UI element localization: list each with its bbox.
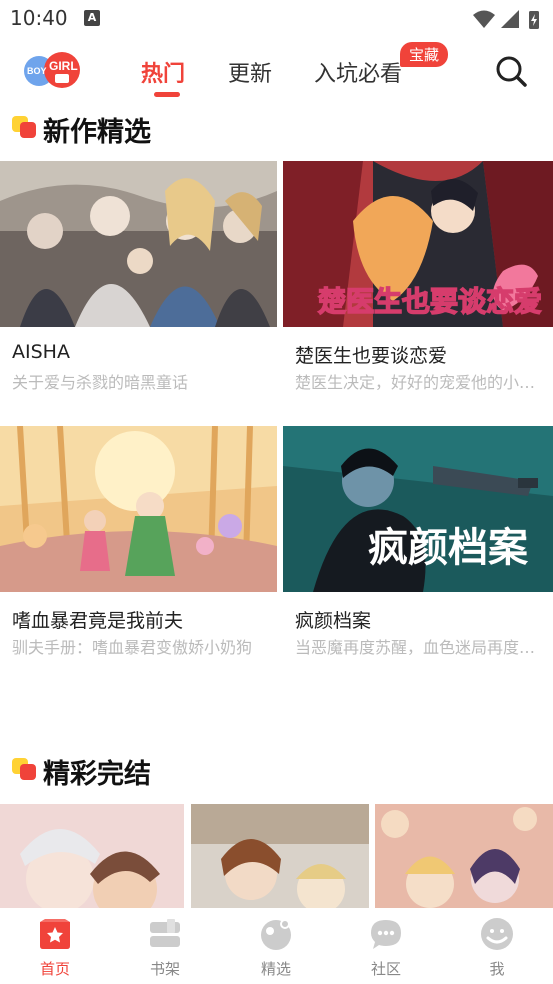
nav-community-label: 社区 — [370, 960, 401, 978]
tab-updates[interactable]: 更新 — [228, 56, 272, 88]
comic-card-completed-2[interactable] — [191, 804, 369, 910]
nav-community[interactable]: 社区 — [331, 908, 441, 984]
comic-cover: 楚医生也要谈恋爱 — [283, 161, 553, 327]
comic-card-completed-1[interactable] — [0, 804, 184, 910]
comic-cover — [0, 161, 277, 327]
nav-home-label: 首页 — [39, 960, 70, 978]
nav-featured-label: 精选 — [260, 960, 291, 978]
status-time: 10:40 — [10, 6, 68, 30]
active-tab-indicator — [154, 92, 180, 97]
top-bar: BOY GIRL 热门 更新 入坑必看 宝藏 — [0, 40, 553, 102]
community-chat-icon — [371, 920, 401, 949]
logo-boy-text: BOY — [27, 66, 47, 76]
bookshelf-icon — [150, 919, 180, 947]
nav-featured[interactable]: 精选 — [221, 908, 331, 984]
notification-badge: A — [84, 10, 100, 26]
home-star-icon — [40, 919, 70, 949]
comic-cover — [0, 426, 277, 592]
signal-icon — [501, 10, 519, 28]
comic-title: 楚医生也要谈恋爱 — [295, 345, 448, 367]
bottom-navigation: 首页 书架 精选 社区 我 — [0, 908, 553, 984]
comic-cover: 疯颜档案 — [283, 426, 553, 592]
nav-profile[interactable]: 我 — [442, 908, 552, 984]
comic-card-tyrant-ex[interactable]: 嗜血暴君竟是我前夫 驯夫手册：嗜血暴君变傲娇小奶狗 — [0, 426, 277, 666]
comic-card-completed-3[interactable] — [375, 804, 553, 910]
treasure-badge: 宝藏 — [400, 42, 449, 67]
section-title-text: 新作精选 — [43, 117, 151, 148]
cover-title-text: 楚医生也要谈恋爱 — [318, 285, 542, 318]
featured-planet-icon — [261, 919, 291, 950]
tab-must-read[interactable]: 入坑必看 — [314, 56, 402, 88]
comic-title: 疯颜档案 — [295, 610, 372, 632]
comic-description: 关于爱与杀戮的暗黑童话 — [12, 373, 189, 392]
comic-description: 当恶魔再度苏醒，血色迷局再度开启 — [295, 638, 550, 657]
comic-title: 嗜血暴君竟是我前夫 — [12, 610, 184, 632]
boy-girl-logo[interactable]: BOY GIRL — [22, 50, 82, 90]
profile-icon — [481, 918, 513, 950]
status-bar: 10:40 A — [0, 0, 553, 36]
comic-card-dr-chu[interactable]: 楚医生也要谈恋爱 楚医生也要谈恋爱 楚医生决定，好好的宠爱他的小娇妻 — [283, 161, 553, 401]
nav-bookshelf-label: 书架 — [149, 960, 180, 978]
tab-hot[interactable]: 热门 — [141, 56, 185, 88]
section-title-new-picks: 新作精选 — [12, 110, 212, 148]
comic-card-crazy-files[interactable]: 疯颜档案 疯颜档案 当恶魔再度苏醒，血色迷局再度开启 — [283, 426, 553, 666]
wifi-icon — [473, 10, 495, 28]
section-title-completed: 精彩完结 — [12, 752, 212, 790]
logo-girl-text: GIRL — [49, 59, 78, 73]
section-marker-icon — [12, 116, 38, 140]
system-status-icons — [473, 10, 539, 29]
search-icon[interactable] — [494, 54, 528, 88]
cover-title-text: 疯颜档案 — [368, 525, 529, 571]
section-title-text: 精彩完结 — [43, 759, 151, 790]
comic-title: AISHA — [12, 341, 70, 363]
comic-card-aisha[interactable]: AISHA 关于爱与杀戮的暗黑童话 — [0, 161, 277, 401]
nav-home[interactable]: 首页 — [0, 908, 110, 984]
comic-description: 驯夫手册：嗜血暴君变傲娇小奶狗 — [12, 638, 253, 657]
comic-description: 楚医生决定，好好的宠爱他的小娇妻 — [295, 373, 550, 392]
nav-profile-label: 我 — [489, 960, 505, 978]
nav-bookshelf[interactable]: 书架 — [110, 908, 220, 984]
section-marker-icon — [12, 758, 38, 782]
